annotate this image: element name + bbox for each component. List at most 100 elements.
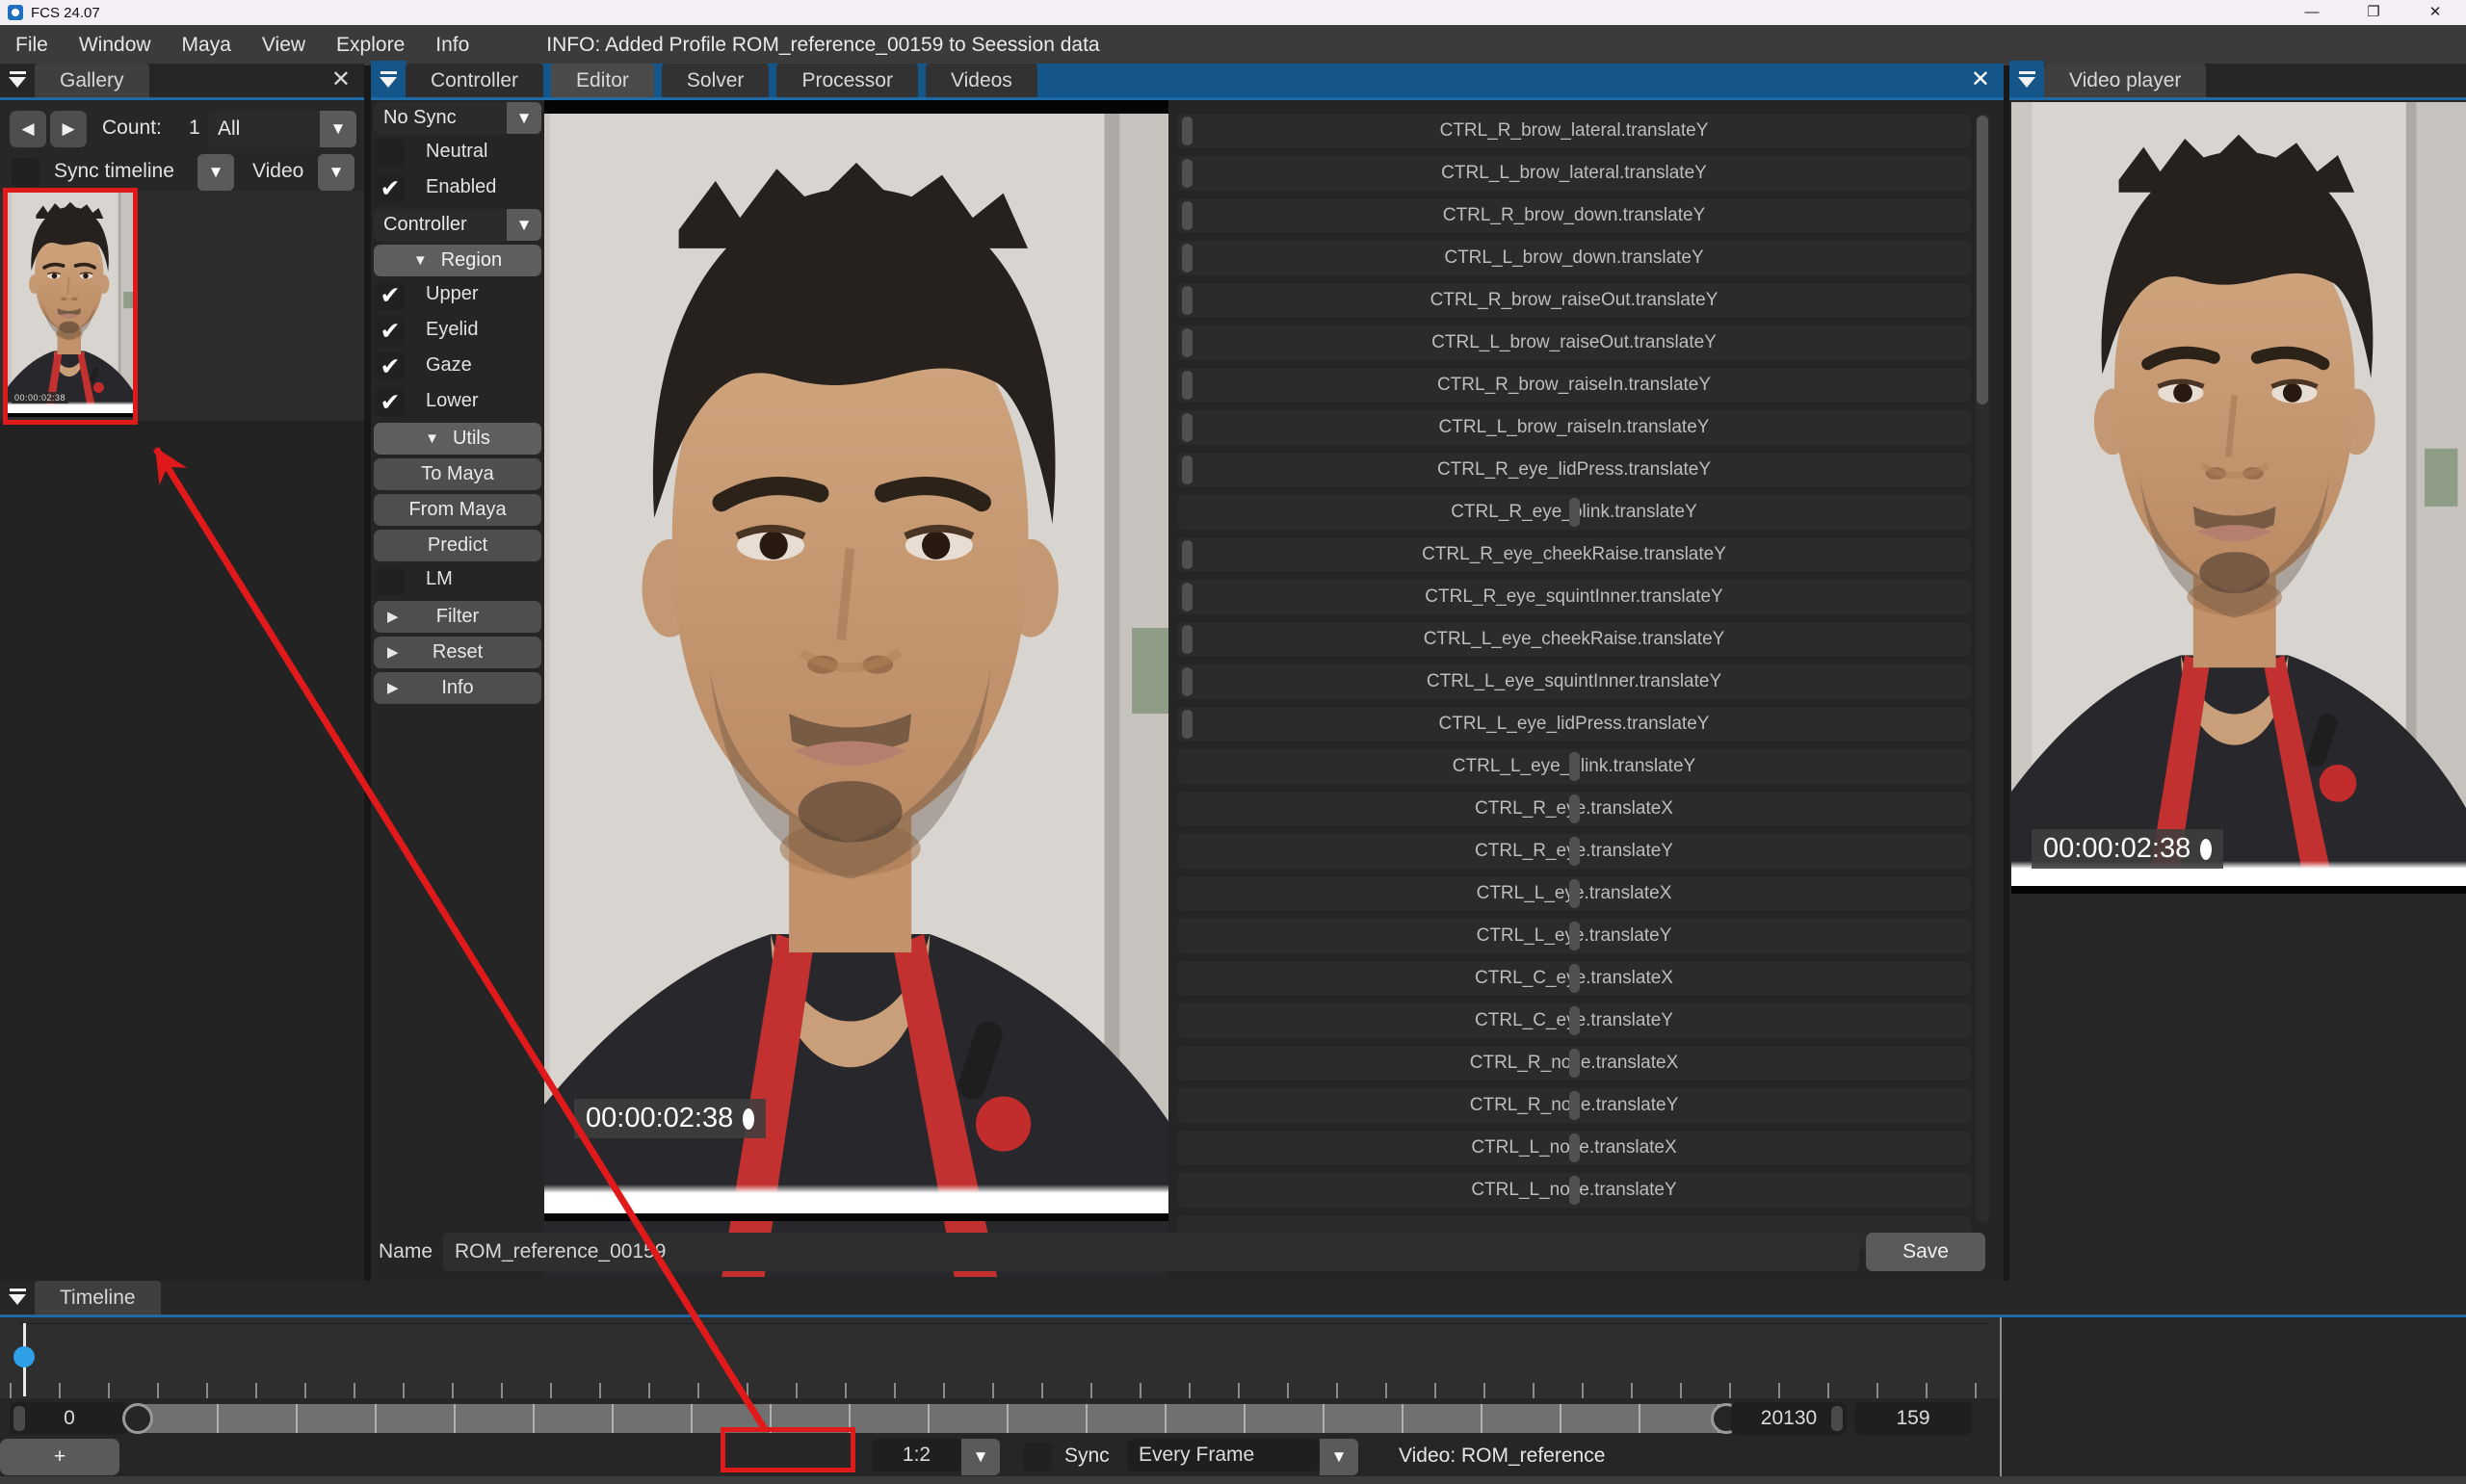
control-slider-row[interactable]: CTRL_R_brow_down.translateY [1177, 198, 1971, 233]
upper-checkbox[interactable]: ✔ [376, 281, 405, 310]
save-button[interactable]: Save [1866, 1233, 1985, 1271]
control-slider-row[interactable]: CTRL_L_eye_squintInner.translateY [1177, 664, 1971, 699]
controller-tab[interactable]: Controller [406, 64, 543, 97]
menu-item[interactable]: Info [420, 34, 485, 57]
control-slider-row[interactable]: CTRL_L_brow_lateral.translateY [1177, 156, 1971, 191]
menu-item[interactable]: Maya [167, 34, 247, 57]
controller-dropdown[interactable]: Controller ▼ [374, 209, 541, 241]
control-slider-row[interactable]: CTRL_R_nose.translateX [1177, 1046, 1971, 1080]
slider-handle[interactable] [1569, 879, 1580, 908]
slider-handle[interactable] [1569, 964, 1580, 993]
control-slider-row[interactable]: CTRL_R_brow_raiseOut.translateY [1177, 283, 1971, 318]
enabled-checkbox-row[interactable]: ✔ Enabled [374, 173, 541, 205]
slider-handle[interactable] [1569, 752, 1580, 781]
close-window-icon[interactable]: ✕ [2404, 0, 2466, 25]
lower-checkbox[interactable]: ✔ [376, 388, 405, 417]
slider-handle[interactable] [1182, 244, 1193, 273]
menu-item[interactable]: Explore [321, 34, 420, 57]
collapse-icon[interactable] [371, 61, 406, 97]
slider-handle[interactable] [1182, 201, 1193, 230]
control-slider-row[interactable]: CTRL_C_eye.translateY [1177, 1003, 1971, 1038]
lm-checkbox-row[interactable]: LM [374, 565, 541, 597]
lower-checkbox-row[interactable]: ✔ Lower [374, 387, 541, 419]
spinner-handle[interactable] [13, 1406, 25, 1431]
slider-handle[interactable] [1182, 540, 1193, 569]
utils-expander[interactable]: ▼ Utils [374, 423, 541, 455]
next-icon[interactable]: ▶ [50, 111, 87, 147]
control-slider-row[interactable]: CTRL_R_eye_cheekRaise.translateY [1177, 537, 1971, 572]
control-slider-row[interactable]: CTRL_R_eye_squintInner.translateY [1177, 580, 1971, 614]
slider-handle[interactable] [1182, 286, 1193, 315]
dropdown-arrow-icon[interactable]: ▼ [320, 111, 356, 147]
control-slider-row[interactable]: CTRL_R_nose.translateY [1177, 1088, 1971, 1123]
control-slider-row[interactable]: CTRL_R_eye_lidPress.translateY [1177, 453, 1971, 487]
slider-handle[interactable] [1182, 159, 1193, 188]
predict-button[interactable]: Predict [374, 530, 541, 561]
control-slider-row[interactable]: CTRL_L_eye_lidPress.translateY [1177, 707, 1971, 742]
upper-checkbox-row[interactable]: ✔ Upper [374, 280, 541, 312]
eyelid-checkbox-row[interactable]: ✔ Eyelid [374, 316, 541, 348]
slider-handle[interactable] [1182, 667, 1193, 696]
gallery-filter-select[interactable]: All [208, 111, 320, 147]
dropdown-arrow-icon[interactable]: ▼ [197, 154, 234, 191]
slider-handle[interactable] [1569, 1091, 1580, 1120]
slider-handle[interactable] [1182, 117, 1193, 145]
slider-handle[interactable] [1569, 498, 1580, 527]
menu-item[interactable]: Window [64, 34, 167, 57]
to-maya-button[interactable]: To Maya [374, 458, 541, 490]
control-slider-row[interactable]: CTRL_L_eye_cheekRaise.translateY [1177, 622, 1971, 657]
transport-button[interactable]: + [0, 1439, 119, 1475]
control-slider-row[interactable]: CTRL_C_eye.translateX [1177, 961, 1971, 996]
menu-item[interactable]: View [247, 34, 321, 57]
slider-handle[interactable] [1182, 328, 1193, 357]
slider-handle[interactable] [1569, 922, 1580, 950]
tab-video-player[interactable]: Video player [2044, 64, 2206, 97]
name-input[interactable]: ROM_reference_00159 [443, 1233, 1859, 1271]
prev-icon[interactable]: ◀ [10, 111, 46, 147]
control-slider-row[interactable]: CTRL_R_eye.translateY [1177, 834, 1971, 869]
range-start-field[interactable]: 0 [10, 1402, 129, 1435]
reset-expander[interactable]: ▶ Reset [374, 637, 541, 668]
neutral-checkbox-row[interactable]: Neutral [374, 138, 541, 169]
dropdown-arrow-icon[interactable]: ▼ [318, 154, 354, 191]
filter-expander[interactable]: ▶ Filter [374, 601, 541, 633]
control-slider-row[interactable]: CTRL_L_eye_blink.translateY [1177, 749, 1971, 784]
slider-handle[interactable] [1569, 837, 1580, 866]
info-expander[interactable]: ▶ Info [374, 672, 541, 704]
slider-handle[interactable] [1182, 371, 1193, 400]
dropdown-arrow-icon[interactable]: ▼ [507, 209, 541, 241]
control-slider-row[interactable]: CTRL_L_nose.translateX [1177, 1131, 1971, 1165]
playhead-handle[interactable] [13, 1346, 35, 1367]
eyelid-checkbox[interactable]: ✔ [376, 317, 405, 346]
collapse-icon[interactable] [2009, 61, 2044, 97]
minimize-icon[interactable]: — [2281, 0, 2343, 25]
enabled-checkbox[interactable]: ✔ [376, 174, 405, 203]
gaze-checkbox[interactable]: ✔ [376, 352, 405, 381]
timeline-range-slider[interactable] [140, 1404, 1724, 1433]
slider-handle[interactable] [1182, 583, 1193, 612]
slider-handle[interactable] [1182, 456, 1193, 484]
control-slider-row[interactable]: CTRL_R_eye_blink.translateY [1177, 495, 1971, 530]
control-slider-row[interactable]: CTRL_L_nose.translateY [1177, 1173, 1971, 1208]
range-end-field[interactable]: 20130 [1731, 1402, 1847, 1435]
slider-handle[interactable] [1569, 1133, 1580, 1162]
scrollbar-thumb[interactable] [1977, 116, 1988, 404]
range-slider-left-cap[interactable] [122, 1403, 153, 1434]
controls-scrollbar[interactable] [1976, 114, 1989, 1223]
slider-handle[interactable] [1182, 625, 1193, 654]
slider-handle[interactable] [1569, 1049, 1580, 1078]
slider-handle[interactable] [1182, 413, 1193, 442]
dropdown-arrow-icon[interactable]: ▼ [507, 102, 541, 134]
tab-timeline[interactable]: Timeline [35, 1281, 161, 1315]
control-slider-row[interactable]: CTRL_L_brow_raiseOut.translateY [1177, 325, 1971, 360]
close-icon[interactable]: ✕ [1971, 68, 1990, 91]
from-maya-button[interactable]: From Maya [374, 494, 541, 526]
control-slider-row[interactable]: CTRL_R_brow_raiseIn.translateY [1177, 368, 1971, 403]
control-slider-row[interactable]: CTRL_R_eye.translateX [1177, 792, 1971, 826]
controller-tab[interactable]: Editor [551, 64, 654, 97]
timeline-track[interactable] [0, 1317, 2000, 1398]
slider-handle[interactable] [1569, 1006, 1580, 1035]
gaze-checkbox-row[interactable]: ✔ Gaze [374, 351, 541, 383]
collapse-icon[interactable] [0, 61, 35, 97]
close-icon[interactable]: ✕ [331, 68, 351, 91]
